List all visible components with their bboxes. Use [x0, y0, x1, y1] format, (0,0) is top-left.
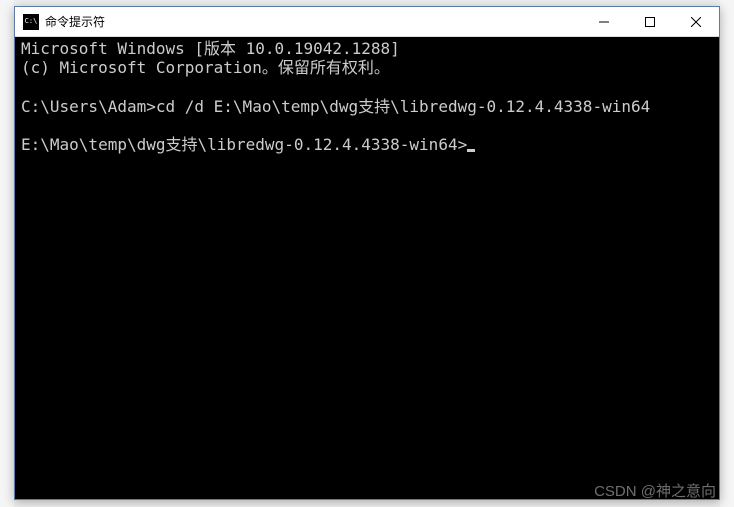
background-right [720, 0, 734, 507]
prompt: E:\Mao\temp\dwg支持\libredwg-0.12.4.4338-w… [21, 135, 467, 154]
minimize-icon [599, 17, 609, 27]
prompt: C:\Users\Adam> [21, 97, 156, 116]
cursor [467, 149, 475, 152]
titlebar[interactable]: 命令提示符 [15, 7, 719, 37]
cmd-icon [23, 14, 39, 30]
terminal-line: E:\Mao\temp\dwg支持\libredwg-0.12.4.4338-w… [21, 135, 475, 154]
watermark: CSDN @神之意向 [594, 480, 716, 501]
terminal-line: C:\Users\Adam>cd /d E:\Mao\temp\dwg支持\li… [21, 97, 650, 116]
command-text: cd /d E:\Mao\temp\dwg支持\libredwg-0.12.4.… [156, 97, 650, 116]
maximize-icon [645, 17, 655, 27]
close-button[interactable] [673, 7, 719, 36]
window-title: 命令提示符 [45, 13, 581, 30]
background-left [0, 0, 14, 507]
terminal-line: Microsoft Windows [版本 10.0.19042.1288] [21, 39, 400, 58]
terminal-line: (c) Microsoft Corporation。保留所有权利。 [21, 58, 390, 77]
terminal-output[interactable]: Microsoft Windows [版本 10.0.19042.1288] (… [15, 37, 719, 499]
close-icon [691, 17, 701, 27]
window-controls [581, 7, 719, 36]
cmd-window: 命令提示符 Microsoft Windows [版本 10.0.19042.1… [14, 6, 720, 500]
minimize-button[interactable] [581, 7, 627, 36]
maximize-button[interactable] [627, 7, 673, 36]
